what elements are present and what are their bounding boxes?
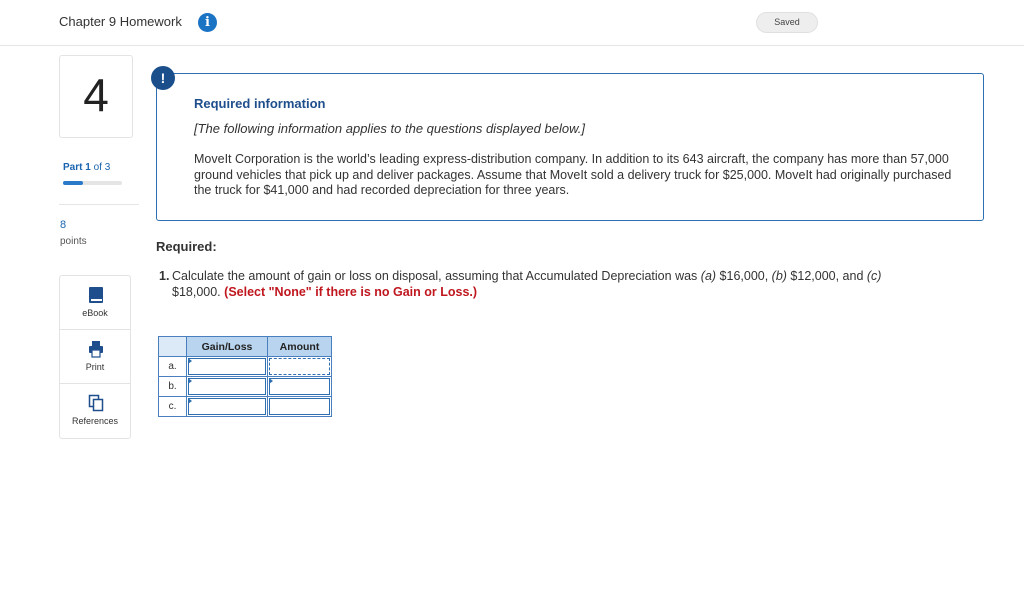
print-label: Print: [85, 362, 105, 372]
required-info-box: Required information [The following info…: [156, 73, 984, 221]
required-info-intro: [The following information applies to th…: [194, 121, 585, 136]
case-c-label: (c): [866, 269, 882, 283]
case-a-label: (a): [700, 269, 717, 283]
required-heading: Required:: [156, 239, 217, 254]
references-button[interactable]: References: [60, 384, 130, 438]
ebook-button[interactable]: eBook: [60, 276, 130, 330]
book-icon: [89, 287, 103, 303]
question-text: 1. Calculate the amount of gain or loss o…: [159, 268, 959, 300]
top-bar: Chapter 9 Homework i Saved: [0, 0, 1024, 46]
saved-badge: Saved: [756, 12, 818, 33]
gain-loss-input[interactable]: [188, 358, 266, 375]
header-blank: [158, 336, 187, 357]
copy-icon: [88, 394, 104, 412]
info-icon[interactable]: i: [198, 13, 217, 32]
answer-table: Gain/Loss Amount a. b. c.: [158, 336, 332, 417]
dropdown-marker-icon: [188, 358, 192, 364]
points-value: 8: [60, 219, 67, 231]
question-number: 4: [83, 69, 109, 121]
part-progress-fill: [63, 181, 83, 185]
case-a-value: $16,000,: [716, 269, 772, 283]
table-row: b.: [158, 376, 332, 397]
amount-field[interactable]: [269, 378, 330, 395]
part-of: of 3: [93, 162, 111, 173]
question-number-label: 1.: [159, 269, 170, 283]
amount-field[interactable]: [269, 398, 330, 415]
case-c-value: $18,000.: [172, 285, 221, 299]
part-indicator: Part 1 of 3: [63, 162, 110, 173]
dropdown-marker-icon: [188, 398, 192, 404]
table-row: a.: [158, 356, 332, 377]
answer-table-header: Gain/Loss Amount: [158, 336, 332, 357]
ebook-label: eBook: [82, 308, 108, 318]
header-amount: Amount: [267, 336, 332, 357]
question-number-box: 4: [59, 55, 133, 138]
table-row: c.: [158, 396, 332, 417]
required-info-heading: Required information: [194, 96, 326, 111]
row-label: b.: [158, 376, 187, 397]
print-button[interactable]: Print: [60, 330, 130, 384]
dropdown-marker-icon: [269, 378, 273, 384]
assignment-title: Chapter 9 Homework: [59, 14, 182, 29]
references-label: References: [71, 416, 119, 426]
amount-field[interactable]: [269, 358, 330, 375]
amount-input[interactable]: [267, 356, 332, 377]
question-text-main: Calculate the amount of gain or loss on …: [172, 269, 701, 283]
gain-loss-input[interactable]: [188, 398, 266, 415]
dropdown-marker-icon: [188, 378, 192, 384]
gain-loss-select[interactable]: [186, 396, 268, 417]
header-gain-loss: Gain/Loss: [186, 336, 268, 357]
gain-loss-select[interactable]: [186, 376, 268, 397]
alert-icon: !: [151, 66, 175, 90]
part-label: Part 1: [63, 162, 91, 173]
gain-loss-input[interactable]: [188, 378, 266, 395]
divider: [59, 204, 139, 205]
required-info-body: MoveIt Corporation is the world’s leadin…: [194, 152, 952, 197]
row-label: c.: [158, 396, 187, 417]
row-label: a.: [158, 356, 187, 377]
gain-loss-select[interactable]: [186, 356, 268, 377]
case-b-label: (b): [771, 269, 787, 283]
instruction-note: (Select "None" if there is no Gain or Lo…: [224, 285, 478, 299]
case-b-value: $12,000, and: [786, 269, 867, 283]
amount-input[interactable]: [267, 396, 332, 417]
printer-icon: [89, 341, 103, 358]
part-progress-bar: [63, 181, 122, 185]
points-label: points: [60, 236, 87, 247]
amount-input[interactable]: [267, 376, 332, 397]
tools-panel: eBook Print References: [59, 275, 131, 439]
